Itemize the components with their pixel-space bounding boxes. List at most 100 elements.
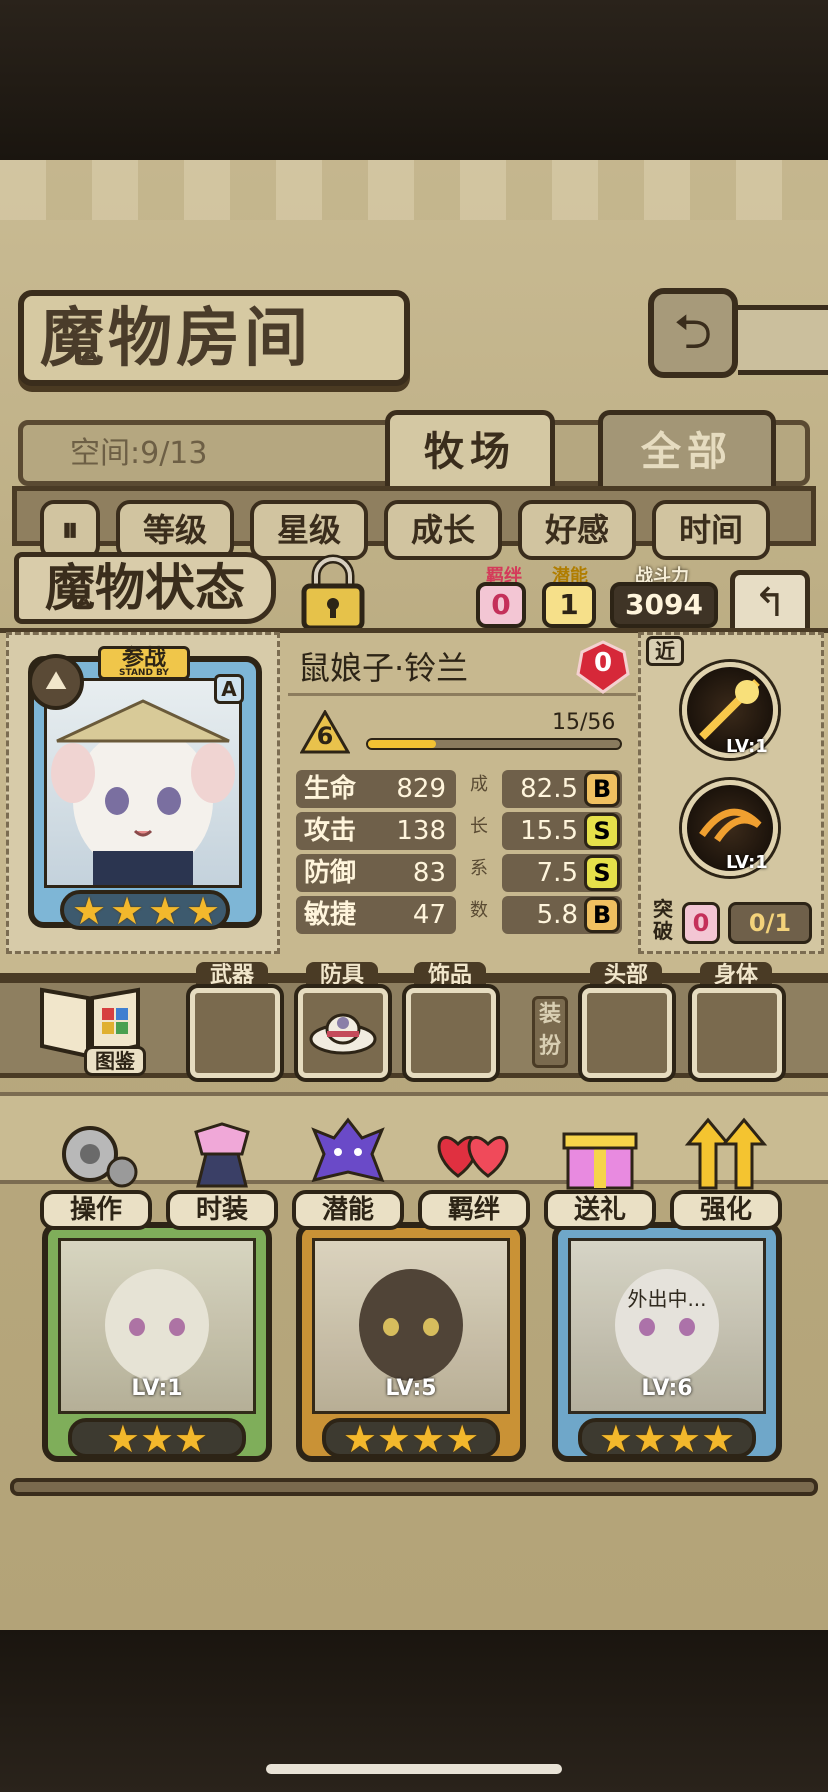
codex-label: 图鉴 — [84, 1046, 146, 1076]
breakthrough-label: 突破 — [653, 897, 673, 943]
list-bottom-frame — [10, 1478, 818, 1496]
gear-icon — [50, 1114, 142, 1198]
star-icon: ★ — [72, 889, 107, 933]
star-icon: ★ — [342, 1417, 377, 1461]
menu-upgrade-arrows-button[interactable]: 强化 — [670, 1114, 782, 1230]
menu-label: 羁绊 — [418, 1190, 530, 1230]
menu-hearts-button[interactable]: 羁绊 — [418, 1114, 530, 1230]
exp-bar — [366, 738, 622, 750]
monster-list-level: LV:1 — [131, 1376, 183, 1401]
menu-label: 送礼 — [544, 1190, 656, 1230]
growth-value: 15.5 — [520, 816, 578, 846]
back-rail — [738, 305, 828, 375]
star-icon: ★ — [445, 1417, 480, 1461]
mouse-girl-portrait — [51, 699, 235, 885]
head-slot[interactable] — [582, 988, 672, 1078]
growth-value: 5.8 — [536, 900, 578, 930]
outfit-icon — [176, 1114, 268, 1198]
star-icon: ★ — [174, 1417, 209, 1461]
growth-value: 7.5 — [536, 858, 578, 888]
accessory-label: 饰品 — [414, 962, 486, 990]
growth-label-4: 数 — [470, 900, 488, 921]
monster-list-card[interactable]: LV:5 ★★★★ — [296, 1222, 526, 1462]
stat-row: 生命 829 — [296, 770, 456, 808]
filter-star[interactable]: 星级 — [250, 500, 368, 560]
dress-label: 装扮 — [532, 996, 568, 1068]
stat-value: 83 — [412, 858, 446, 888]
growth-row: 5.8 B — [502, 896, 622, 934]
exp-bar-fill — [368, 740, 436, 748]
top-dark-band — [0, 0, 828, 160]
monster-name: 鼠娘子·铃兰 — [298, 649, 469, 687]
grade-badge: B — [584, 771, 620, 807]
monster-list-level: LV:5 — [385, 1376, 437, 1401]
menu-outfit-button[interactable]: 时装 — [166, 1114, 278, 1230]
filter-growth[interactable]: 成长 — [384, 500, 502, 560]
potential-badge: 1 — [542, 582, 596, 628]
skill-1-level: LV:1 — [726, 736, 768, 757]
stat-label: 防御 — [304, 858, 357, 888]
grade-badge: S — [584, 855, 620, 891]
stat-label: 生命 — [304, 774, 357, 804]
filter-favor[interactable]: 好感 — [518, 500, 636, 560]
star-rating: ★ ★ ★ ★ — [60, 890, 230, 930]
power-badge: 3094 — [610, 582, 718, 628]
hearts-icon — [428, 1114, 520, 1198]
growth-value: 82.5 — [520, 774, 578, 804]
accessory-slot[interactable] — [406, 988, 496, 1078]
star-icon: ★ — [139, 1417, 175, 1461]
sort-toggle-button[interactable]: ⏸ — [40, 500, 100, 560]
hat-icon — [309, 1013, 377, 1055]
status-title: 魔物状态 — [14, 552, 276, 624]
stat-label: 攻击 — [304, 816, 357, 846]
monster-list-card[interactable]: LV:1 ★★★ — [42, 1222, 272, 1462]
star-icon: ★ — [632, 1417, 667, 1461]
stat-value: 829 — [396, 774, 446, 804]
lock-button[interactable] — [296, 552, 370, 632]
star-icon: ★ — [667, 1417, 702, 1461]
tab-ranch[interactable]: 牧场 — [385, 410, 555, 488]
weapon-label: 武器 — [196, 962, 268, 990]
tab-all[interactable]: 全部 — [598, 410, 776, 488]
space-counter: 空间:9/13 — [70, 436, 208, 471]
menu-gift-button[interactable]: 送礼 — [544, 1114, 656, 1230]
monster-list-level: LV:6 — [641, 1376, 693, 1401]
armor-label: 防具 — [306, 962, 378, 990]
armor-slot[interactable] — [298, 988, 388, 1078]
grade-badge: B — [584, 897, 620, 933]
filter-time[interactable]: 时间 — [652, 500, 770, 560]
growth-row: 7.5 S — [502, 854, 622, 892]
star-icon: ★ — [376, 1417, 411, 1461]
level-badge: 6 — [299, 708, 351, 754]
back-button[interactable]: ⮌ — [648, 288, 738, 378]
body-slot[interactable] — [692, 988, 782, 1078]
standby-banner: 参战 STAND BY — [98, 646, 190, 680]
growth-label-3: 系 — [470, 858, 488, 879]
home-indicator — [266, 1764, 562, 1774]
menu-potential-button[interactable]: 潜能 — [292, 1114, 404, 1230]
filter-level[interactable]: 等级 — [116, 500, 234, 560]
star-icon: ★ — [186, 889, 221, 933]
menu-label: 时装 — [166, 1190, 278, 1230]
star-icon: ★ — [411, 1417, 446, 1461]
weapon-slot[interactable] — [190, 988, 280, 1078]
star-icon: ★ — [598, 1417, 633, 1461]
monster-portrait — [44, 678, 242, 888]
menu-gear-button[interactable]: 操作 — [40, 1114, 152, 1230]
monster-list-stars: ★★★★ — [578, 1418, 756, 1458]
page-title: 魔物房间 — [40, 302, 312, 376]
star-icon: ★ — [148, 889, 183, 933]
upgrade-arrows-icon — [680, 1114, 772, 1198]
star-icon: ★ — [105, 1417, 140, 1461]
breakthrough-value: 0 — [682, 902, 720, 944]
head-label: 头部 — [590, 962, 662, 990]
decorative-zigzag — [0, 160, 828, 220]
codex-button[interactable]: 图鉴 — [36, 980, 146, 1076]
exp-text: 15/56 — [552, 710, 616, 735]
heart-badge: 0 — [576, 640, 630, 694]
monster-list-card[interactable]: 外出中... LV:6 ★★★★ — [552, 1222, 782, 1462]
rank-badge: A — [214, 674, 244, 704]
star-icon: ★ — [110, 889, 145, 933]
monster-list-stars: ★★★★ — [322, 1418, 500, 1458]
growth-row: 15.5 S — [502, 812, 622, 850]
